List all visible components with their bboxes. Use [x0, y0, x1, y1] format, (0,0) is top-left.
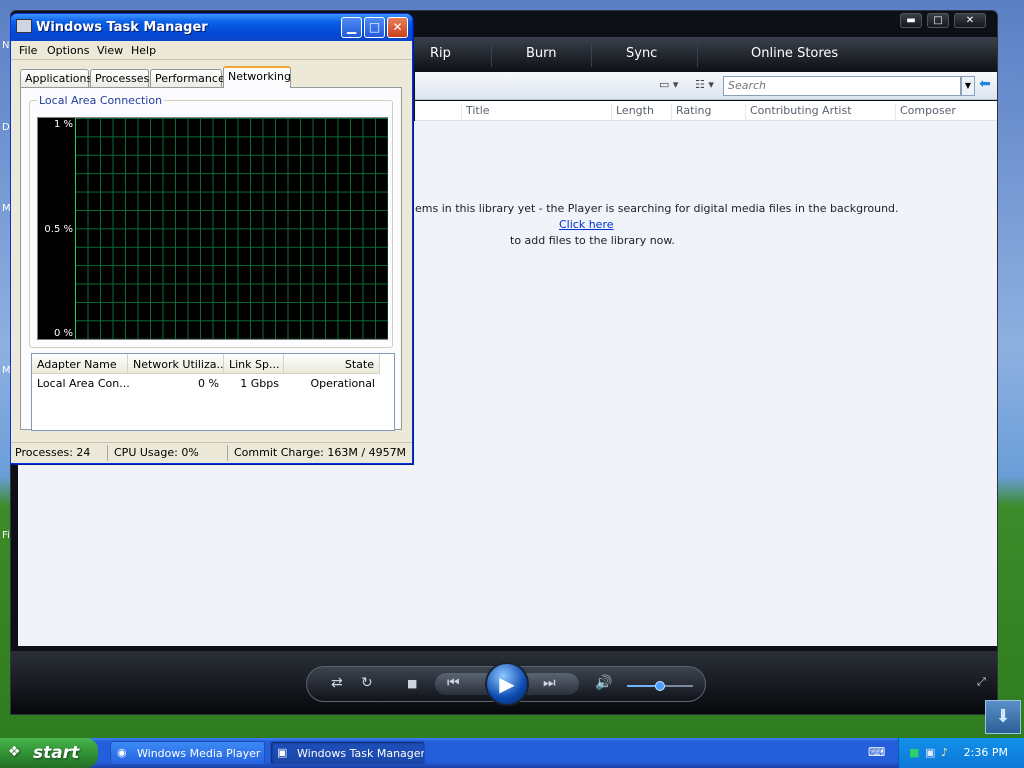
adapter-utilization-cell: 0 %	[198, 377, 219, 390]
header-adapter-name[interactable]: Adapter Name	[32, 354, 128, 374]
tab-separator	[591, 43, 592, 67]
search-dropdown-icon[interactable]: ▼	[961, 76, 975, 96]
desktop-icon-label: D	[2, 122, 10, 133]
menu-view[interactable]: View	[97, 44, 123, 57]
graph-y-label: 0 %	[53, 328, 73, 339]
task-manager-window: Windows Task Manager ▁ □ ✕ File Options …	[10, 13, 413, 464]
media-player-icon: ◉	[117, 746, 127, 759]
maximize-button[interactable]: □	[364, 17, 385, 38]
system-tray: ■ ▣ ♪ 2:36 PM	[898, 738, 1024, 768]
tab-separator	[697, 43, 698, 67]
taskbar-item-task-manager[interactable]: ▣ Windows Task Manager	[270, 741, 425, 765]
tab-online-stores[interactable]: Online Stores	[751, 46, 838, 61]
volume-knob[interactable]	[655, 681, 665, 691]
add-files-message: to add files to the library now.	[510, 234, 675, 247]
graph-y-label: 0.5 %	[44, 224, 73, 235]
graph-y-label: 1 %	[53, 119, 73, 130]
add-files-link[interactable]: Click here	[559, 218, 614, 231]
play-button[interactable]: ▶	[485, 662, 529, 706]
status-processes: Processes: 24	[15, 446, 91, 459]
column-contributing-artist[interactable]: Contributing Artist	[745, 104, 852, 120]
tab-separator	[491, 43, 492, 67]
volume-tray-icon[interactable]: ♪	[941, 746, 948, 759]
library-column-headers: Title Length Rating Contributing Artist …	[415, 101, 997, 121]
network-utilization-graph: 1 % 0.5 % 0 %	[37, 117, 388, 340]
library-toolbar: ▭ ▾ ☷ ▾ Search ▼ ⬅	[415, 72, 997, 100]
tab-burn[interactable]: Burn	[526, 46, 557, 61]
tab-sync[interactable]: Sync	[626, 46, 657, 61]
status-separator	[107, 445, 108, 461]
adapter-name-cell: Local Area Con...	[37, 377, 130, 390]
menu-options[interactable]: Options	[47, 44, 89, 57]
tab-applications[interactable]: Applications	[20, 69, 92, 87]
tab-rip[interactable]: Rip	[430, 46, 451, 61]
status-bar: Processes: 24 CPU Usage: 0% Commit Charg…	[11, 442, 412, 463]
menu-help[interactable]: Help	[131, 44, 156, 57]
keyboard-icon[interactable]: ⌨	[868, 745, 885, 759]
network-tray-icon[interactable]: ▣	[925, 746, 935, 759]
task-manager-icon	[16, 19, 32, 33]
desktop-icon-label: N	[2, 40, 10, 51]
download-arrow-icon[interactable]: ⬇	[985, 700, 1021, 734]
view-options-icon[interactable]: ☷ ▾	[695, 78, 714, 91]
search-input[interactable]: Search	[723, 76, 961, 96]
minimize-button[interactable]: ▬	[900, 13, 922, 28]
layout-options-icon[interactable]: ▭ ▾	[659, 78, 678, 91]
close-button[interactable]: ✕	[387, 17, 408, 38]
column-length[interactable]: Length	[611, 104, 654, 120]
graph-grid	[75, 118, 388, 339]
performance-tray-icon[interactable]: ■	[909, 746, 919, 759]
desktop-icon-label: Fi	[2, 530, 10, 541]
header-state[interactable]: State	[284, 354, 380, 374]
task-manager-titlebar[interactable]: Windows Task Manager ▁ □ ✕	[11, 14, 412, 41]
volume-icon[interactable]: 🔊	[595, 675, 612, 691]
column-rating[interactable]: Rating	[671, 104, 711, 120]
status-cpu-usage: CPU Usage: 0%	[114, 446, 199, 459]
start-button[interactable]: ❖ start	[0, 738, 98, 768]
graph-axis	[75, 118, 76, 339]
stop-icon[interactable]: ■	[407, 677, 417, 690]
window-title: Windows Task Manager	[36, 20, 208, 35]
header-link-speed[interactable]: Link Sp...	[224, 354, 284, 374]
playback-controls: ⇄ ↻ ■ ⏮ ⏭ ▶ 🔊	[306, 662, 706, 706]
status-commit-charge: Commit Charge: 163M / 4957M	[234, 446, 407, 459]
repeat-icon[interactable]: ↻	[361, 675, 373, 691]
adapter-speed-cell: 1 Gbps	[240, 377, 279, 390]
close-button[interactable]: ✕	[954, 13, 986, 28]
menu-file[interactable]: File	[19, 44, 37, 57]
shuffle-icon[interactable]: ⇄	[331, 675, 343, 691]
minimize-button[interactable]: ▁	[341, 17, 362, 38]
volume-slider[interactable]	[627, 681, 693, 691]
taskbar-item-label: Windows Media Player	[137, 747, 261, 760]
maximize-button[interactable]: □	[927, 13, 949, 28]
back-arrow-icon[interactable]: ⬅	[975, 76, 995, 92]
tab-processes[interactable]: Processes	[90, 69, 149, 87]
menu-bar: File Options View Help	[11, 42, 412, 60]
clock[interactable]: 2:36 PM	[964, 746, 1008, 759]
adapter-list[interactable]: Adapter Name Network Utiliza... Link Sp.…	[31, 353, 395, 431]
column-title[interactable]: Title	[461, 104, 490, 120]
tab-performance[interactable]: Performance	[150, 69, 225, 87]
networking-panel: Local Area Connection 1 % 0.5 % 0 % Adap…	[20, 87, 402, 431]
start-label: start	[33, 743, 80, 763]
windows-flag-icon: ❖	[8, 744, 21, 760]
task-manager-icon: ▣	[277, 746, 288, 759]
adapter-state-cell: Operational	[310, 377, 375, 390]
taskbar-item-label: Windows Task Manager	[297, 747, 425, 760]
next-icon[interactable]: ⏭	[543, 675, 556, 691]
tab-networking[interactable]: Networking	[223, 66, 291, 88]
previous-icon[interactable]: ⏮	[447, 675, 460, 691]
empty-library-message: ems in this library yet - the Player is …	[415, 202, 899, 215]
taskbar-item-media-player[interactable]: ◉ Windows Media Player	[110, 741, 265, 765]
switch-to-compact-icon[interactable]: ⤢	[977, 675, 986, 689]
header-network-utilization[interactable]: Network Utiliza...	[128, 354, 224, 374]
column-composer[interactable]: Composer	[895, 104, 956, 120]
playback-bar: ⇄ ↻ ■ ⏮ ⏭ ▶ 🔊 ⤢	[11, 651, 997, 714]
connection-group-label: Local Area Connection	[37, 94, 165, 107]
status-separator	[227, 445, 228, 461]
